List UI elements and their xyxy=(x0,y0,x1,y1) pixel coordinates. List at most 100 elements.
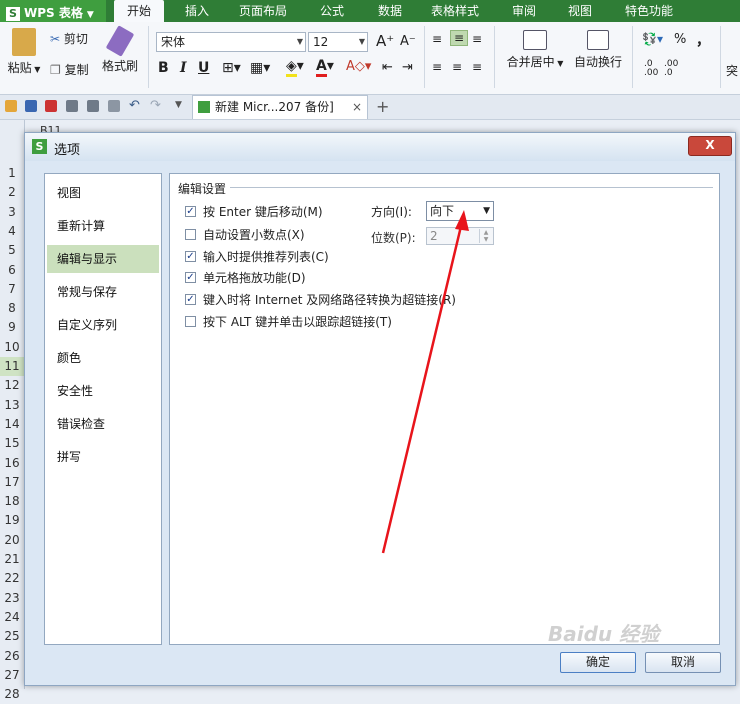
row-number[interactable]: 20 xyxy=(0,531,24,550)
direction-select[interactable]: 向下 ▼ xyxy=(426,201,494,221)
row-number[interactable]: 19 xyxy=(0,511,24,530)
row-number[interactable]: 27 xyxy=(0,666,24,685)
grow-font-button[interactable]: A⁺ xyxy=(376,32,394,50)
ok-button[interactable]: 确定 xyxy=(560,652,636,673)
dialog-title-bar[interactable]: S 选项 X xyxy=(25,133,735,161)
font-name-select[interactable]: 宋体 ▼ xyxy=(156,32,306,52)
row-number[interactable]: 12 xyxy=(0,376,24,395)
print-icon[interactable] xyxy=(66,100,78,112)
row-number[interactable]: 25 xyxy=(0,627,24,646)
decrease-decimal-button[interactable]: .00.0 xyxy=(664,60,678,78)
paste-button[interactable]: 粘贴 ▼ xyxy=(4,28,44,76)
row-number[interactable]: 1 xyxy=(0,164,24,183)
row-number[interactable]: 7 xyxy=(0,280,24,299)
row-number[interactable]: 4 xyxy=(0,222,24,241)
row-number[interactable]: 15 xyxy=(0,434,24,453)
checkbox-unchecked[interactable] xyxy=(185,316,196,327)
comma-button[interactable]: ， xyxy=(696,30,710,50)
row-number[interactable]: 8 xyxy=(0,299,24,318)
document-tab[interactable]: 新建 Micr...207 备份] × xyxy=(192,95,368,119)
clear-format-button[interactable]: A◇▾ xyxy=(346,59,371,74)
merge-center-button[interactable]: 合并居中 ▼ xyxy=(504,30,566,70)
cut-button[interactable]: ✂ 剪切 xyxy=(50,30,88,47)
close-button[interactable]: X xyxy=(688,136,732,156)
row-number[interactable]: 5 xyxy=(0,241,24,260)
tab-review[interactable]: 审阅 xyxy=(500,0,548,22)
row-number[interactable]: 26 xyxy=(0,647,24,666)
tab-formulas[interactable]: 公式 xyxy=(308,0,356,22)
new-tab-plus-icon[interactable]: + xyxy=(376,97,389,116)
italic-button[interactable]: I xyxy=(180,60,187,76)
row-number[interactable]: 18 xyxy=(0,492,24,511)
tab-home[interactable]: 开始 xyxy=(114,0,164,22)
number-format-button[interactable]: 💱▾ xyxy=(642,32,663,46)
checkbox-checked[interactable]: ✓ xyxy=(185,294,196,305)
redo-icon[interactable]: ↷ xyxy=(150,98,161,113)
row-number[interactable]: 21 xyxy=(0,550,24,569)
undo-icon[interactable]: ↶ xyxy=(129,98,140,113)
row-number[interactable]: 9 xyxy=(0,318,24,337)
align-left-button[interactable]: ≡ xyxy=(432,60,442,74)
align-bottom-button[interactable]: ≡ xyxy=(472,32,482,46)
shrink-font-button[interactable]: A⁻ xyxy=(400,34,416,49)
row-number[interactable]: 3 xyxy=(0,203,24,222)
tab-table-style[interactable]: 表格样式 xyxy=(424,0,486,22)
nav-item[interactable]: 视图 xyxy=(47,179,159,207)
nav-item[interactable]: 自定义序列 xyxy=(47,311,159,339)
pdf-export-icon[interactable] xyxy=(45,100,57,112)
row-number[interactable]: 6 xyxy=(0,261,24,280)
increase-decimal-button[interactable]: .0.00 xyxy=(644,60,658,78)
tab-page-layout[interactable]: 页面布局 xyxy=(232,0,294,22)
nav-item[interactable]: 常规与保存 xyxy=(47,278,159,306)
bold-button[interactable]: B xyxy=(158,60,169,76)
nav-item[interactable]: 拼写 xyxy=(47,443,159,471)
align-middle-button[interactable]: ≡ xyxy=(450,30,469,46)
copy-button[interactable]: ❐ 复制 xyxy=(50,61,89,78)
nav-item[interactable]: 颜色 xyxy=(47,344,159,372)
zoom-preview-icon[interactable] xyxy=(108,100,120,112)
customize-toolbar-icon[interactable]: ▼ xyxy=(175,100,182,110)
row-number[interactable]: 28 xyxy=(0,685,24,704)
app-menu-button[interactable]: S WPS 表格 ▼ xyxy=(0,0,106,22)
row-number[interactable]: 24 xyxy=(0,608,24,627)
fill-color-button[interactable]: ◈▾ xyxy=(286,58,304,77)
underline-button[interactable]: U xyxy=(198,60,209,76)
save-icon[interactable] xyxy=(25,100,37,112)
font-color-button[interactable]: A▾ xyxy=(316,58,334,77)
tab-data[interactable]: 数据 xyxy=(366,0,414,22)
print-preview-icon[interactable] xyxy=(87,100,99,112)
open-folder-icon[interactable] xyxy=(5,100,17,112)
nav-item[interactable]: 安全性 xyxy=(47,377,159,405)
align-right-button[interactable]: ≡ xyxy=(472,60,482,74)
tab-insert[interactable]: 插入 xyxy=(172,0,222,22)
increase-indent-button[interactable]: ⇥ xyxy=(402,60,413,75)
format-painter-button[interactable]: 格式刷 xyxy=(100,25,140,74)
spin-arrows-icon[interactable]: ▲ ▼ xyxy=(479,229,492,243)
decimal-digits-spinner[interactable]: 2 ▲ ▼ xyxy=(426,227,494,245)
close-tab-icon[interactable]: × xyxy=(352,96,362,118)
nav-item[interactable]: 编辑与显示 xyxy=(47,245,159,273)
font-size-select[interactable]: 12 ▼ xyxy=(308,32,368,52)
checkbox-unchecked[interactable] xyxy=(185,229,196,240)
percent-button[interactable]: % xyxy=(674,32,686,47)
align-top-button[interactable]: ≡ xyxy=(432,32,442,46)
nav-item[interactable]: 重新计算 xyxy=(47,212,159,240)
tab-special[interactable]: 特色功能 xyxy=(614,0,684,22)
row-number[interactable]: 23 xyxy=(0,589,24,608)
checkbox-checked[interactable]: ✓ xyxy=(185,251,196,262)
cell-format-button[interactable]: ▦▾ xyxy=(250,60,270,76)
row-number[interactable]: 14 xyxy=(0,415,24,434)
cancel-button[interactable]: 取消 xyxy=(645,652,721,673)
row-number[interactable]: 11 xyxy=(0,357,24,376)
row-number[interactable]: 17 xyxy=(0,473,24,492)
align-center-button[interactable]: ≡ xyxy=(452,60,462,74)
row-number[interactable]: 13 xyxy=(0,396,24,415)
row-number[interactable]: 16 xyxy=(0,454,24,473)
checkbox-checked[interactable]: ✓ xyxy=(185,206,196,217)
decrease-indent-button[interactable]: ⇤ xyxy=(382,60,393,75)
row-number[interactable]: 2 xyxy=(0,183,24,202)
row-number[interactable]: 22 xyxy=(0,569,24,588)
borders-button[interactable]: ⊞▾ xyxy=(222,60,241,76)
wrap-text-button[interactable]: 自动换行 xyxy=(572,30,624,70)
row-number[interactable]: 10 xyxy=(0,338,24,357)
